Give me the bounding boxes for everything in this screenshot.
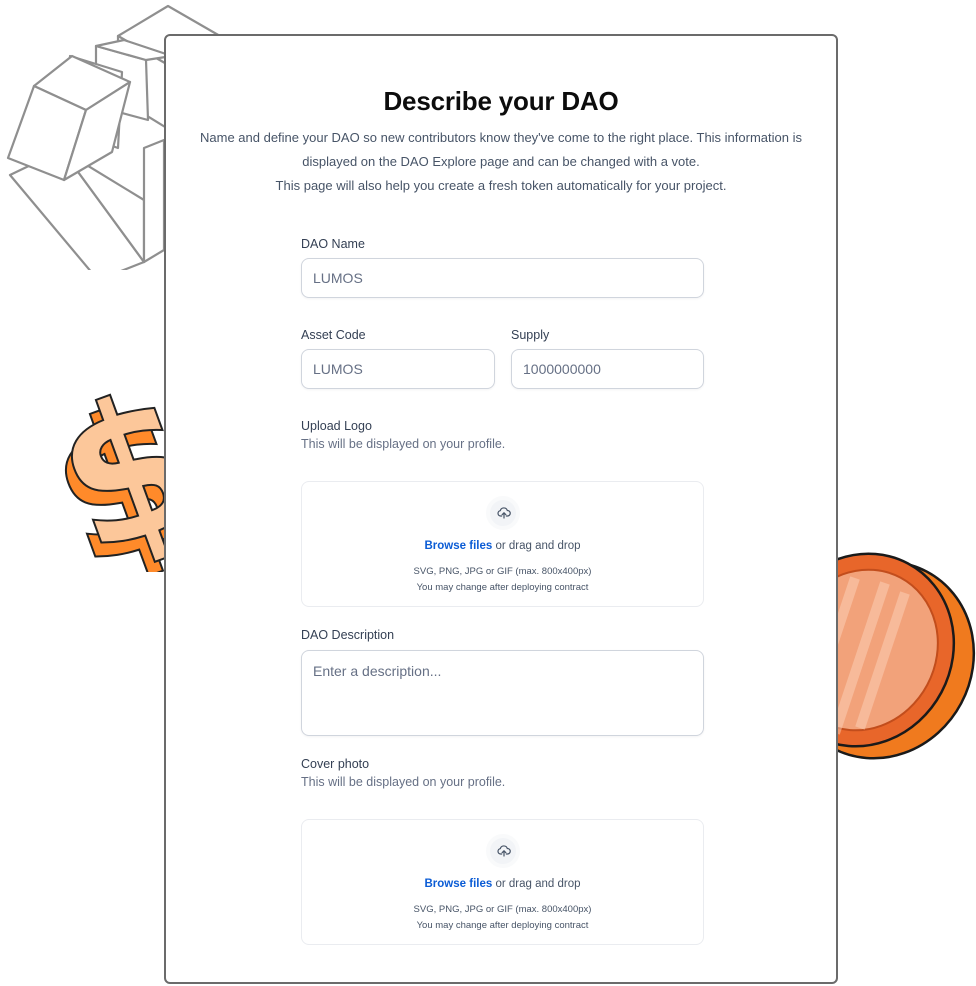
page-description: Name and define your DAO so new contribu…: [186, 126, 816, 198]
upload-cloud-icon: [485, 496, 520, 530]
describe-dao-card: Describe your DAO Name and define your D…: [164, 34, 838, 984]
upload-instructions: Browse files or drag and drop: [302, 540, 703, 552]
upload-instructions: Browse files or drag and drop: [302, 878, 703, 890]
description-line: This page will also help you create a fr…: [275, 178, 727, 193]
upload-logo-hint: This will be displayed on your profile.: [301, 437, 506, 451]
page-title: Describe your DAO: [383, 86, 619, 116]
asset-code-label: Asset Code: [301, 328, 366, 342]
supply-input[interactable]: [511, 349, 704, 389]
upload-note: You may change after deploying contract: [416, 582, 589, 593]
dao-name-input[interactable]: [301, 258, 704, 298]
drag-drop-text: or drag and drop: [495, 540, 581, 552]
upload-formats: SVG, PNG, JPG or GIF (max. 800x400px): [413, 566, 592, 577]
description-line: displayed on the DAO Explore page and ca…: [302, 154, 700, 169]
supply-label: Supply: [511, 328, 550, 342]
browse-files-link[interactable]: Browse files: [425, 878, 493, 890]
upload-logo-label: Upload Logo: [301, 419, 372, 433]
description-line: Name and define your DAO so new contribu…: [200, 130, 802, 145]
upload-formats: SVG, PNG, JPG or GIF (max. 800x400px): [413, 904, 592, 915]
upload-cloud-icon: [485, 834, 520, 868]
cover-upload-dropzone[interactable]: Browse files or drag and drop SVG, PNG, …: [301, 819, 704, 945]
dao-description-textarea[interactable]: [301, 650, 704, 736]
cover-photo-label: Cover photo: [301, 757, 370, 771]
drag-drop-text: or drag and drop: [495, 878, 581, 890]
upload-note: You may change after deploying contract: [416, 920, 589, 931]
browse-files-link[interactable]: Browse files: [425, 540, 493, 552]
cover-photo-hint: This will be displayed on your profile.: [301, 775, 506, 789]
dao-name-label: DAO Name: [301, 237, 365, 251]
logo-upload-dropzone[interactable]: Browse files or drag and drop SVG, PNG, …: [301, 481, 704, 607]
dao-description-label: DAO Description: [301, 628, 395, 642]
asset-code-input[interactable]: [301, 349, 495, 389]
